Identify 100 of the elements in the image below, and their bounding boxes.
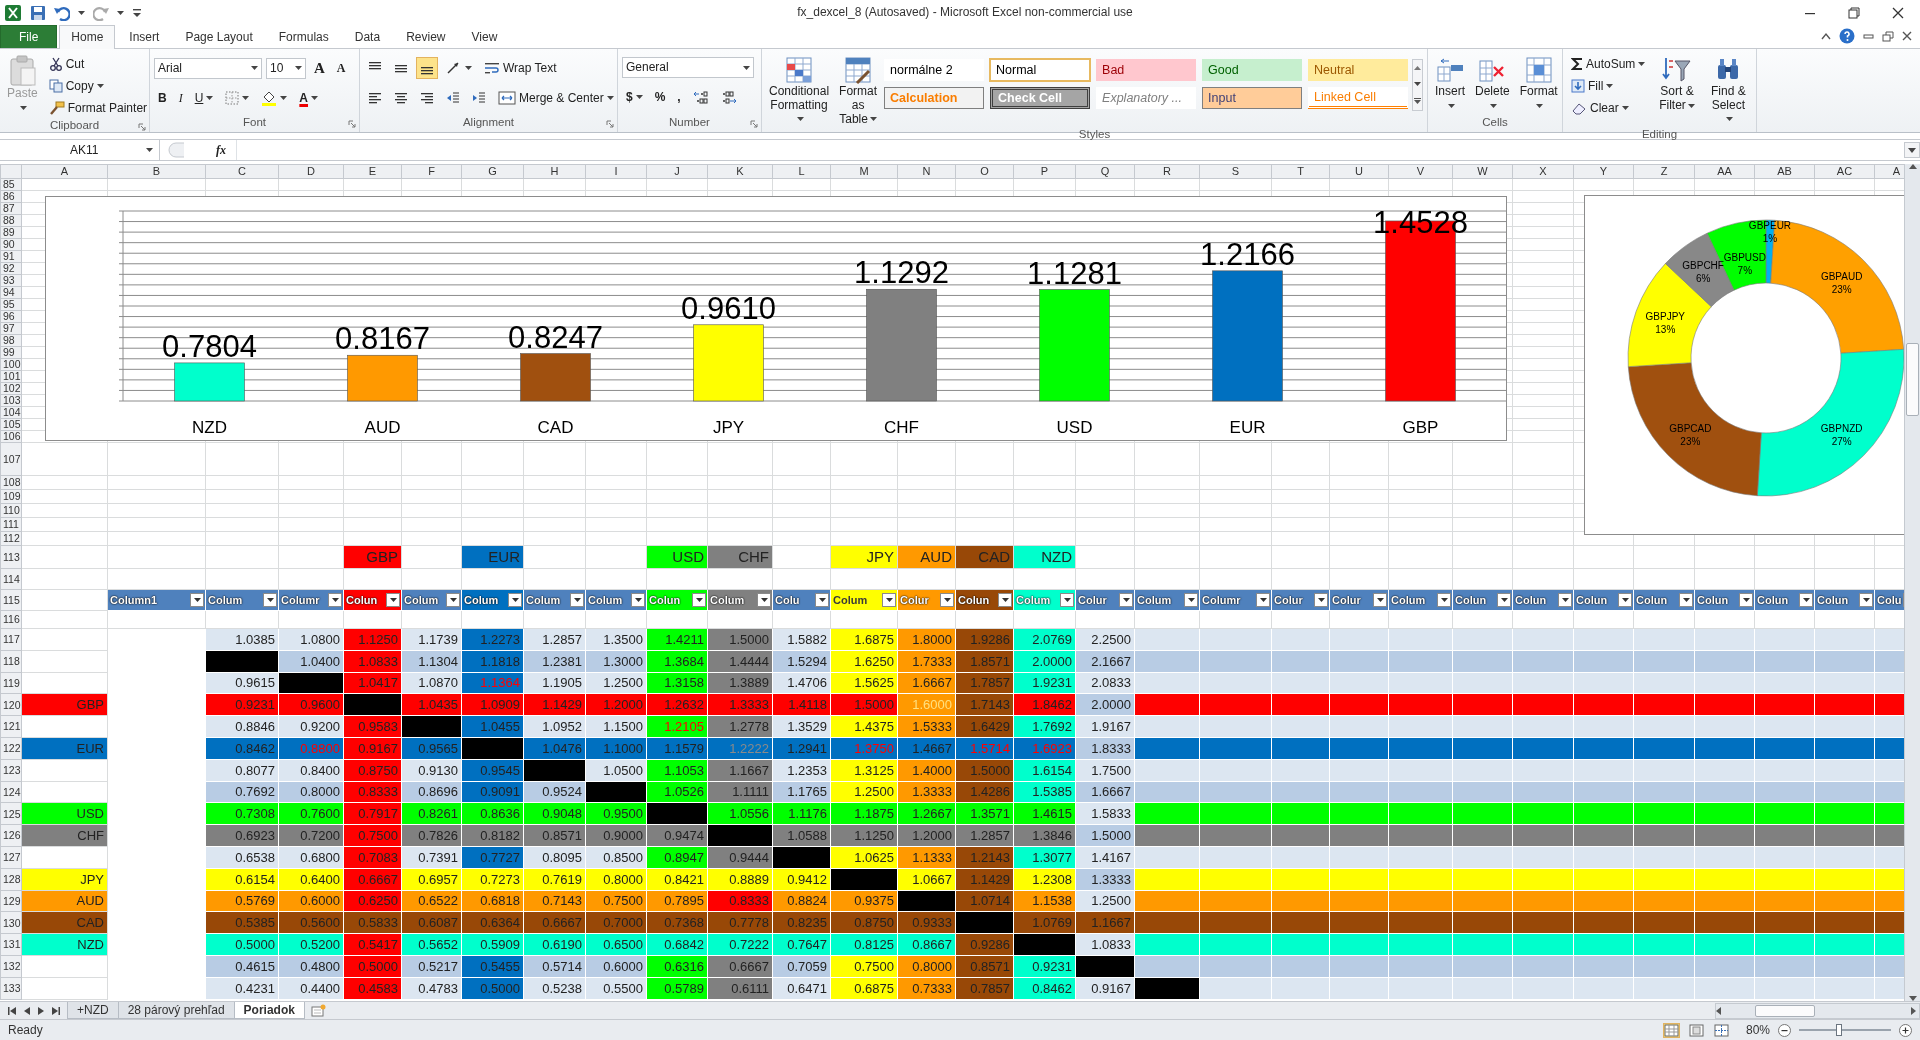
column-letter[interactable]: V (1388, 164, 1453, 179)
font-color-button[interactable]: A (295, 87, 322, 109)
row-number[interactable]: 130 (0, 911, 22, 934)
column-letter[interactable]: B (107, 164, 206, 179)
restore-icon[interactable] (1848, 6, 1860, 19)
italic-button[interactable]: I (174, 87, 187, 109)
column-letter[interactable]: C (205, 164, 279, 179)
insert-cells-button[interactable]: Insert (1432, 53, 1468, 116)
previous-sheet-icon[interactable] (24, 1006, 30, 1015)
ribbon-tab[interactable]: View (459, 25, 510, 48)
bold-button[interactable]: B (154, 87, 171, 109)
percent-button[interactable]: % (650, 86, 670, 108)
scroll-left-icon[interactable] (1716, 1006, 1721, 1015)
next-sheet-icon[interactable] (38, 1006, 44, 1015)
font-size-field[interactable]: 10 (266, 57, 306, 79)
row-number[interactable]: 129 (0, 890, 22, 912)
row-number[interactable]: 117 (0, 628, 22, 651)
dialog-launcher-icon[interactable] (750, 120, 758, 128)
ribbon-tab[interactable]: Formulas (266, 25, 341, 48)
column-letter[interactable]: L (772, 164, 831, 179)
row-number[interactable]: 120 (0, 693, 22, 716)
column-letter[interactable]: A (21, 164, 108, 179)
column-letter[interactable]: S (1199, 164, 1272, 179)
format-painter-button[interactable]: Format Painter (44, 97, 152, 119)
merge-center-button[interactable]: Merge & Center (494, 87, 618, 109)
column-letter[interactable]: H (523, 164, 586, 179)
row-number[interactable]: 115 (0, 589, 22, 611)
collapse-ribbon-icon[interactable] (1821, 32, 1831, 40)
column-letter[interactable]: Q (1075, 164, 1135, 179)
scroll-up-icon[interactable] (1414, 66, 1422, 70)
row-number[interactable]: 107 (0, 442, 22, 476)
cut-button[interactable]: Cut (44, 53, 152, 75)
autosum-button[interactable]: AutoSum (1567, 53, 1650, 75)
ribbon-tab[interactable]: Review (394, 25, 458, 48)
delete-cells-button[interactable]: Delete (1472, 53, 1513, 116)
ribbon-tab[interactable]: File (0, 25, 58, 48)
row-number[interactable]: 121 (0, 715, 22, 738)
cell-style[interactable]: Good (1202, 59, 1303, 81)
ribbon-tab[interactable]: Data (342, 25, 393, 48)
customize-icon[interactable] (132, 6, 142, 19)
row-number[interactable]: 122 (0, 737, 22, 760)
help-icon[interactable] (1839, 28, 1855, 44)
bottom-align-button[interactable] (416, 57, 438, 79)
sort-filter-button[interactable]: Sort & Filter (1653, 53, 1701, 129)
column-letter[interactable]: J (646, 164, 708, 179)
spreadsheet-logo-icon[interactable] (4, 3, 22, 22)
cell-style[interactable]: normálne 2 (884, 59, 985, 81)
row-number[interactable]: 126 (0, 824, 22, 847)
view-button[interactable] (1687, 1022, 1705, 1038)
row-number[interactable]: 113 (0, 545, 22, 569)
font-name-field[interactable]: Arial (154, 57, 262, 79)
column-letter[interactable]: I (585, 164, 647, 179)
column-letter[interactable]: T (1271, 164, 1330, 179)
wrap-text-button[interactable]: Wrap Text (480, 57, 561, 79)
last-sheet-icon[interactable] (52, 1006, 60, 1015)
undo-icon[interactable] (54, 4, 70, 21)
format-as-table-button[interactable]: Format as Table (836, 53, 881, 129)
column-letter[interactable]: U (1329, 164, 1389, 179)
column-letter[interactable]: Z (1633, 164, 1695, 179)
row-number[interactable]: 125 (0, 802, 22, 825)
copy-button[interactable]: Copy (44, 75, 152, 97)
save-icon[interactable] (30, 4, 46, 21)
column-letter[interactable]: O (955, 164, 1014, 179)
cell-style[interactable]: Neutral (1308, 59, 1409, 81)
comma-button[interactable]: , (673, 86, 685, 108)
ribbon-tab[interactable]: Home (59, 25, 116, 49)
cell-style[interactable]: Bad (1096, 59, 1197, 81)
insert-function-button[interactable]: fx (212, 139, 230, 161)
column-letter[interactable]: G (461, 164, 524, 179)
fill-button[interactable]: Fill (1567, 75, 1650, 97)
row-number[interactable]: 133 (0, 977, 22, 1000)
conditional-formatting-button[interactable]: Conditional Formatting (766, 53, 833, 129)
slider-thumb[interactable] (1835, 1024, 1842, 1036)
sheet-tab[interactable]: +NZD (67, 1002, 119, 1019)
cell-style[interactable]: Input (1202, 87, 1303, 109)
column-letter[interactable]: X (1512, 164, 1574, 179)
view-button[interactable] (1712, 1022, 1730, 1038)
close-icon[interactable] (1892, 6, 1904, 19)
column-letter[interactable]: W (1452, 164, 1513, 179)
ribbon-tab[interactable]: Insert (117, 25, 172, 48)
column-letter[interactable]: Y (1573, 164, 1634, 179)
zoom-in-icon[interactable] (1899, 1023, 1912, 1037)
scrollbar-thumb[interactable] (1755, 1004, 1815, 1017)
scrollbar-thumb[interactable] (1906, 343, 1919, 416)
find-select-button[interactable]: Find & Select (1704, 53, 1752, 129)
column-letter[interactable]: R (1134, 164, 1200, 179)
row-number[interactable]: 132 (0, 955, 22, 978)
column-letter[interactable]: F (401, 164, 462, 179)
scroll-up-icon[interactable] (1908, 164, 1917, 169)
ribbon-tab[interactable]: Page Layout (173, 25, 265, 48)
name-box[interactable]: AK11 (0, 140, 160, 160)
row-number[interactable]: 118 (0, 650, 22, 673)
column-letter[interactable]: E (343, 164, 402, 179)
sheet-tab[interactable]: 28 párový prehľad (117, 1002, 235, 1019)
sheet-tab[interactable]: Poriadok (233, 1002, 305, 1019)
dialog-launcher-icon[interactable] (348, 120, 356, 128)
currency-button[interactable]: $ (622, 86, 647, 108)
column-letter[interactable]: D (278, 164, 344, 179)
column-letter[interactable]: K (707, 164, 773, 179)
format-cells-button[interactable]: Format (1516, 53, 1561, 116)
